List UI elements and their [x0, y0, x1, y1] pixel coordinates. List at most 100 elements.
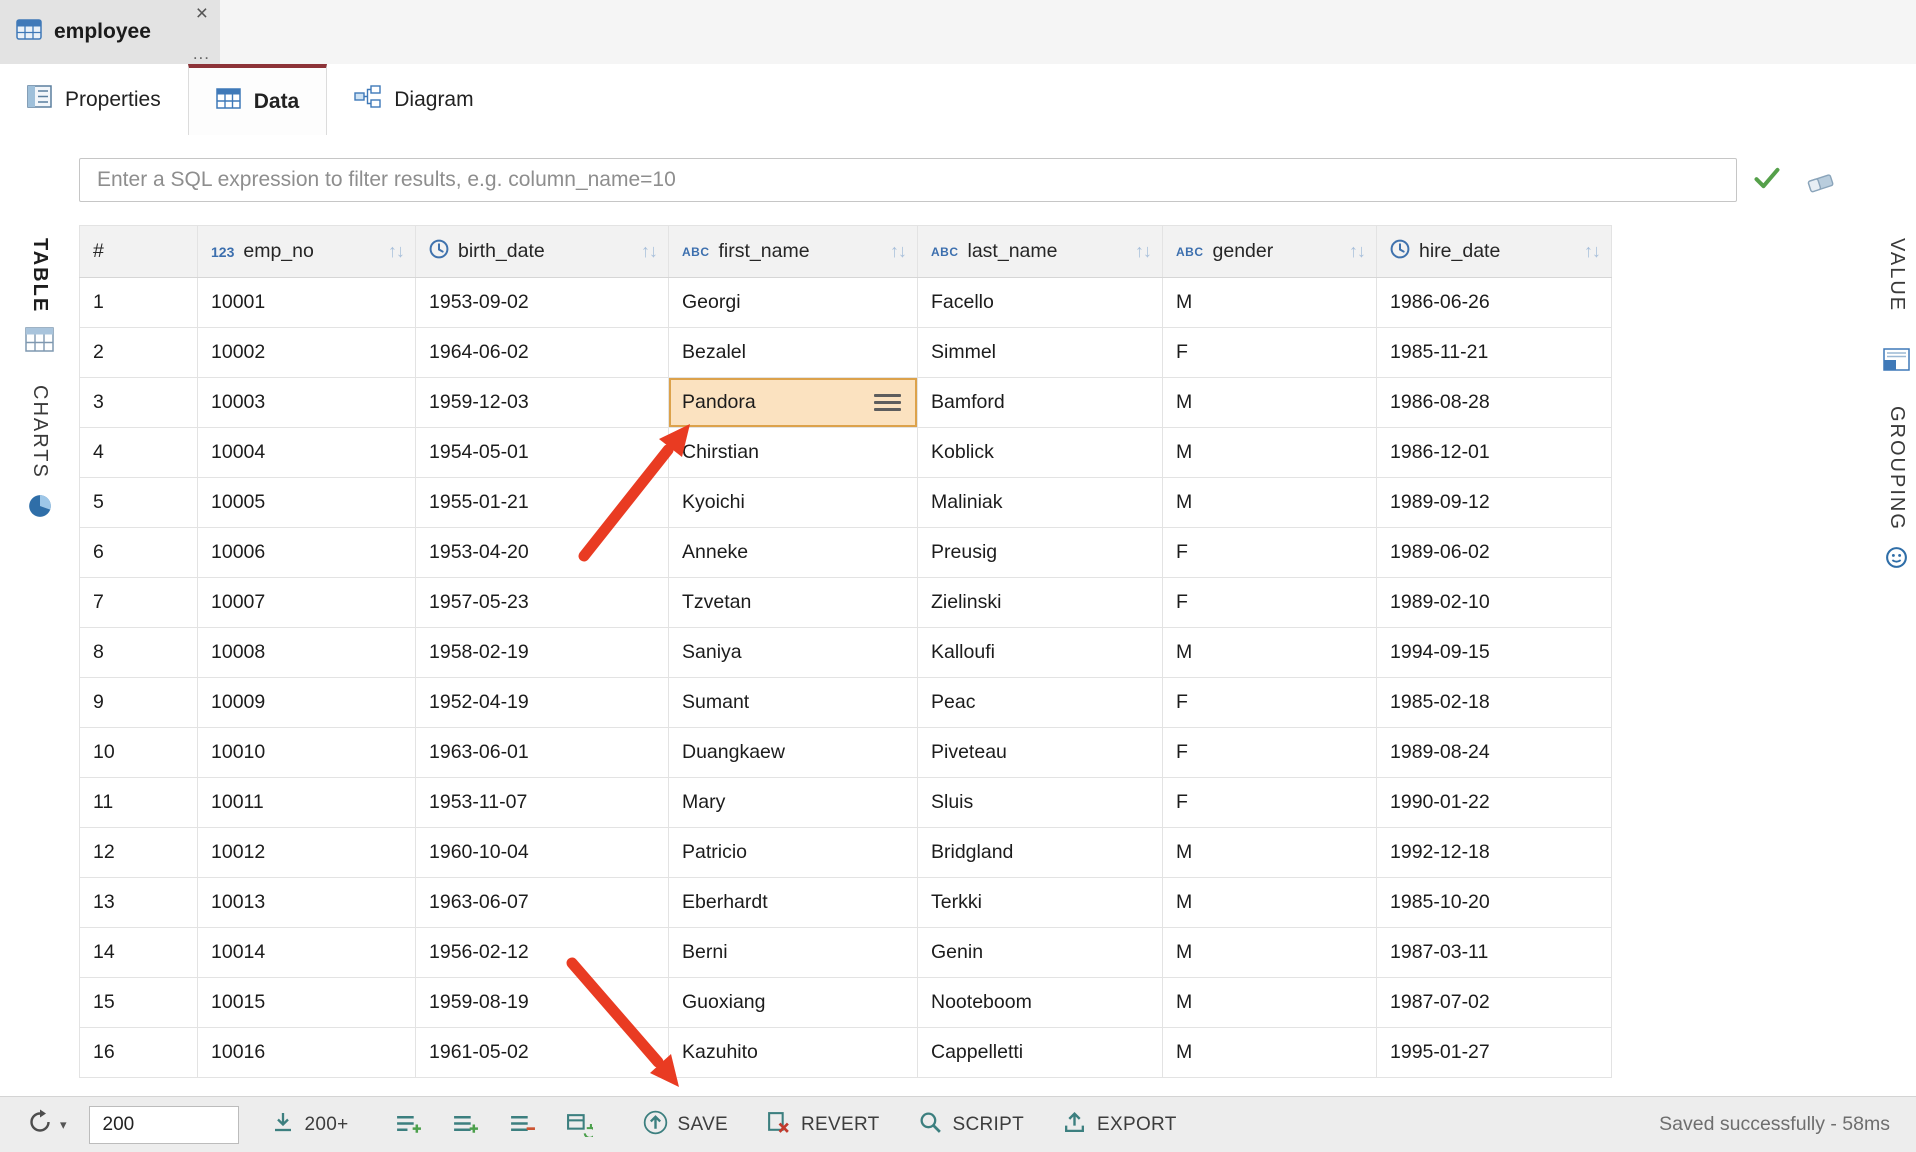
value-panel-icon[interactable]	[1883, 348, 1910, 376]
data-cell[interactable]: Preusig	[918, 528, 1163, 578]
row-number-cell[interactable]: 5	[80, 478, 198, 528]
data-cell[interactable]: 10010	[198, 728, 416, 778]
data-cell[interactable]: 1985-10-20	[1377, 878, 1612, 928]
data-cell[interactable]: 10014	[198, 928, 416, 978]
data-cell[interactable]: Kazuhito	[669, 1028, 918, 1078]
data-cell[interactable]: Mary	[669, 778, 918, 828]
data-cell[interactable]: Bezalel	[669, 328, 918, 378]
data-cell[interactable]: 1995-01-27	[1377, 1028, 1612, 1078]
col-header-last-name[interactable]: ABC last_name ↑↓	[918, 226, 1163, 278]
data-cell[interactable]: 10001	[198, 278, 416, 328]
data-cell[interactable]: 1954-05-01	[416, 428, 669, 478]
panel-tab-table[interactable]: TABLE	[28, 238, 51, 313]
fetch-size-input[interactable]	[89, 1106, 239, 1144]
selected-cell[interactable]: Pandora	[669, 378, 918, 428]
data-cell[interactable]: Georgi	[669, 278, 918, 328]
row-number-cell[interactable]: 16	[80, 1028, 198, 1078]
data-cell[interactable]: 1952-04-19	[416, 678, 669, 728]
tab-data[interactable]: Data	[188, 64, 328, 135]
data-cell[interactable]: 1985-02-18	[1377, 678, 1612, 728]
data-cell[interactable]: Patricio	[669, 828, 918, 878]
refresh-control[interactable]: ▾	[26, 1108, 67, 1141]
data-cell[interactable]: 1956-02-12	[416, 928, 669, 978]
data-cell[interactable]: 1959-08-19	[416, 978, 669, 1028]
data-cell[interactable]: 1959-12-03	[416, 378, 669, 428]
data-cell[interactable]: Nooteboom	[918, 978, 1163, 1028]
data-cell[interactable]: Bridgland	[918, 828, 1163, 878]
data-cell[interactable]: 1964-06-02	[416, 328, 669, 378]
data-cell[interactable]: 1957-05-23	[416, 578, 669, 628]
row-number-cell[interactable]: 3	[80, 378, 198, 428]
row-number-cell[interactable]: 11	[80, 778, 198, 828]
data-cell[interactable]: Facello	[918, 278, 1163, 328]
tab-properties[interactable]: Properties	[0, 64, 188, 135]
data-cell[interactable]: M	[1163, 278, 1377, 328]
row-number-cell[interactable]: 2	[80, 328, 198, 378]
data-cell[interactable]: 10003	[198, 378, 416, 428]
data-cell[interactable]: M	[1163, 378, 1377, 428]
row-number-cell[interactable]: 14	[80, 928, 198, 978]
col-header-birth-date[interactable]: birth_date ↑↓	[416, 226, 669, 278]
fetch-more-button[interactable]: 200+	[271, 1110, 349, 1139]
data-cell[interactable]: 1986-08-28	[1377, 378, 1612, 428]
data-cell[interactable]: Koblick	[918, 428, 1163, 478]
data-cell[interactable]: Sluis	[918, 778, 1163, 828]
data-cell[interactable]: 1989-02-10	[1377, 578, 1612, 628]
data-cell[interactable]: M	[1163, 428, 1377, 478]
data-cell[interactable]: Kalloufi	[918, 628, 1163, 678]
clear-filter-icon[interactable]	[1804, 170, 1836, 201]
data-cell[interactable]: Chirstian	[669, 428, 918, 478]
data-cell[interactable]: 10016	[198, 1028, 416, 1078]
delete-row-button[interactable]	[509, 1112, 536, 1137]
data-cell[interactable]: F	[1163, 678, 1377, 728]
data-cell[interactable]: 1953-09-02	[416, 278, 669, 328]
data-cell[interactable]: Tzvetan	[669, 578, 918, 628]
data-cell[interactable]: 10007	[198, 578, 416, 628]
data-cell[interactable]: F	[1163, 778, 1377, 828]
data-cell[interactable]: 10008	[198, 628, 416, 678]
editor-tab-employee[interactable]: employee × ...	[0, 0, 220, 64]
data-cell[interactable]: Saniya	[669, 628, 918, 678]
data-cell[interactable]: 1963-06-01	[416, 728, 669, 778]
data-cell[interactable]: Cappelletti	[918, 1028, 1163, 1078]
panel-tab-value[interactable]: VALUE	[1885, 238, 1908, 312]
data-cell[interactable]: 10002	[198, 328, 416, 378]
data-cell[interactable]: Zielinski	[918, 578, 1163, 628]
pie-chart-icon[interactable]	[27, 493, 53, 524]
data-cell[interactable]: 10005	[198, 478, 416, 528]
data-cell[interactable]: 10004	[198, 428, 416, 478]
data-cell[interactable]: 1960-10-04	[416, 828, 669, 878]
data-cell[interactable]: 1953-04-20	[416, 528, 669, 578]
data-cell[interactable]: 10015	[198, 978, 416, 1028]
data-cell[interactable]: Anneke	[669, 528, 918, 578]
data-cell[interactable]: M	[1163, 478, 1377, 528]
data-cell[interactable]: 1958-02-19	[416, 628, 669, 678]
data-cell[interactable]: M	[1163, 878, 1377, 928]
data-cell[interactable]: Maliniak	[918, 478, 1163, 528]
data-cell[interactable]: Sumant	[669, 678, 918, 728]
data-cell[interactable]: Bamford	[918, 378, 1163, 428]
data-cell[interactable]: 1987-07-02	[1377, 978, 1612, 1028]
row-number-cell[interactable]: 12	[80, 828, 198, 878]
data-cell[interactable]: M	[1163, 978, 1377, 1028]
script-button[interactable]: SCRIPT	[918, 1110, 1024, 1140]
data-cell[interactable]: Berni	[669, 928, 918, 978]
data-cell[interactable]: 1990-01-22	[1377, 778, 1612, 828]
row-number-cell[interactable]: 13	[80, 878, 198, 928]
refresh-grid-button[interactable]	[566, 1112, 593, 1137]
tab-diagram[interactable]: Diagram	[327, 64, 500, 135]
tab-overflow-icon[interactable]: ...	[193, 44, 210, 64]
data-cell[interactable]: 1992-12-18	[1377, 828, 1612, 878]
data-cell[interactable]: F	[1163, 578, 1377, 628]
data-cell[interactable]: M	[1163, 928, 1377, 978]
data-cell[interactable]: 1961-05-02	[416, 1028, 669, 1078]
data-cell[interactable]: 1989-06-02	[1377, 528, 1612, 578]
panel-tab-charts[interactable]: CHARTS	[28, 385, 51, 479]
panel-tab-grouping[interactable]: GROUPING	[1885, 406, 1908, 531]
row-number-cell[interactable]: 7	[80, 578, 198, 628]
data-cell[interactable]: 10006	[198, 528, 416, 578]
data-cell[interactable]: 1986-12-01	[1377, 428, 1612, 478]
data-cell[interactable]: Genin	[918, 928, 1163, 978]
data-cell[interactable]: 1994-09-15	[1377, 628, 1612, 678]
data-cell[interactable]: Simmel	[918, 328, 1163, 378]
